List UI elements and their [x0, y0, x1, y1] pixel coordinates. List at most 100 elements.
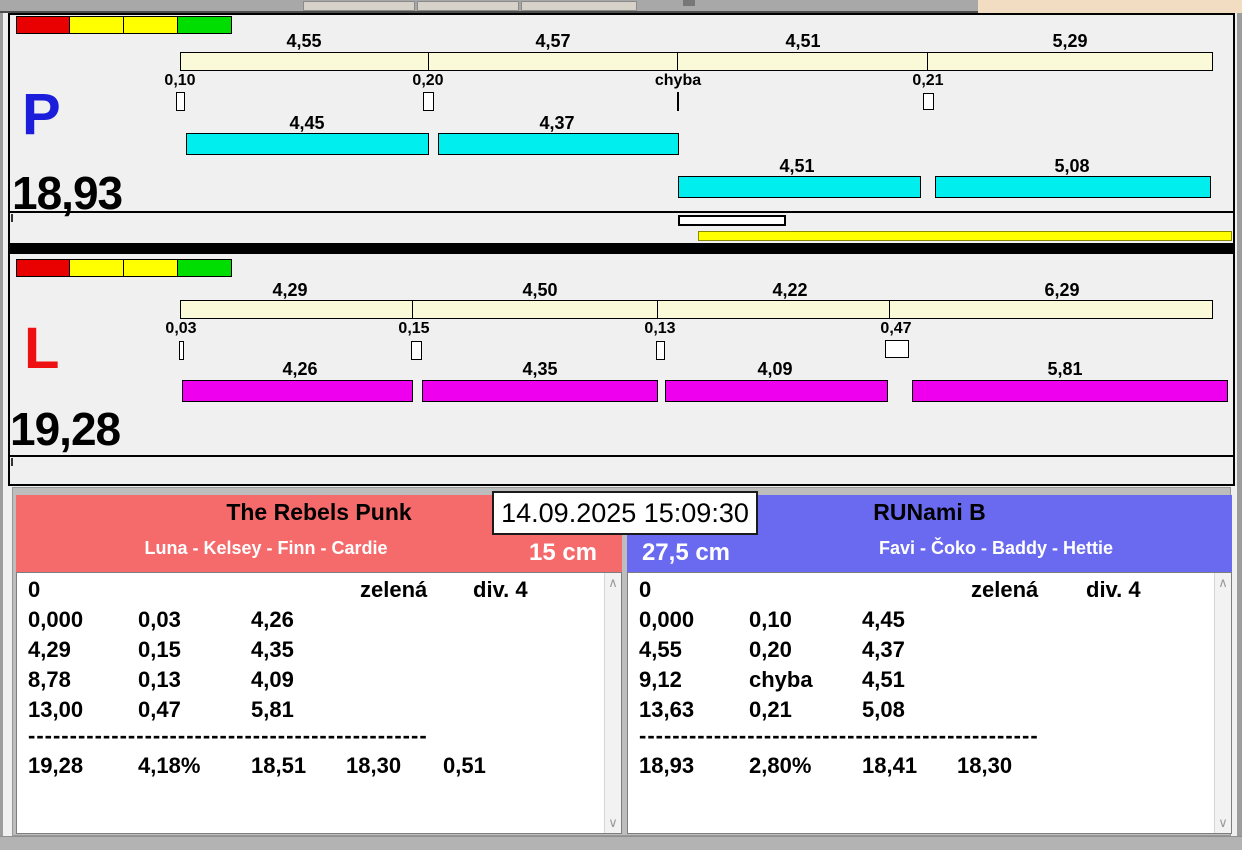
separator-dashes: ----------------------------------------…: [639, 723, 1039, 748]
split-marker: [423, 92, 434, 111]
cum-time: 0,000: [639, 607, 695, 632]
finish-marker-box: [678, 215, 786, 226]
sector-bar-segment: [181, 301, 413, 318]
run-bar: [665, 380, 888, 402]
run-bar: [422, 380, 658, 402]
strip-tick: [11, 214, 13, 222]
traffic-segment-red: [16, 259, 70, 277]
sector-bar-segment: [928, 53, 1212, 70]
team-members-left: Luna - Kelsey - Finn - Cardie: [144, 538, 388, 558]
division-value: div. 4: [1086, 577, 1141, 602]
background-window-fragment: [303, 1, 415, 11]
run-time-label: 4,51: [779, 156, 815, 176]
traffic-light-l: [16, 259, 232, 277]
split-marker: [179, 341, 184, 360]
sector-bar-segment: [413, 301, 659, 318]
split-time-label: chyba: [654, 72, 702, 89]
background-window-fragment: [521, 1, 637, 11]
background-window-notch: [683, 0, 695, 6]
sector-bar-p: [180, 52, 1213, 71]
run-bar: [935, 176, 1211, 198]
run-bar: [182, 380, 413, 402]
lane-letter-l: L: [24, 316, 60, 381]
run-bar: [438, 133, 679, 155]
change-time: 0,10: [749, 607, 792, 632]
traffic-segment-yellow: [124, 16, 178, 34]
team-members-right: Favi - Čoko - Baddy - Hettie: [878, 538, 1114, 558]
sector-time-label: 5,29: [1052, 31, 1088, 51]
fault-marker-line: [677, 92, 679, 111]
change-time: 0,20: [749, 637, 792, 662]
run-time: 4,37: [862, 637, 905, 662]
change-time: chyba: [749, 667, 813, 692]
sector-bar-segment: [678, 53, 928, 70]
run-time: 5,08: [862, 697, 905, 722]
cum-time: 9,12: [639, 667, 682, 692]
sector-bar-l: [180, 300, 1213, 319]
traffic-segment-yellow: [70, 259, 124, 277]
split-time-label: 0,03: [165, 320, 197, 337]
lane-l-footer-strip: [8, 455, 1235, 486]
run-time-label: 4,45: [289, 113, 325, 133]
lane-letter-p: P: [22, 82, 61, 147]
cum-time: 4,55: [639, 637, 682, 662]
lane-total-time-l: 19,28: [10, 403, 121, 455]
sector-time-label: 4,57: [535, 31, 571, 51]
split-time-label: 0,10: [164, 72, 196, 89]
result-row: 0,000 0,10 4,45: [0, 607, 1242, 635]
lane-total-time-p: 18,93: [12, 167, 123, 219]
traffic-segment-green: [178, 259, 232, 277]
traffic-light-p: [16, 16, 232, 34]
split-time-label: 0,15: [398, 320, 430, 337]
datetime-box: 14.09.2025 15:09:30: [492, 491, 758, 535]
results-summary-row: 18,93 2,80% 18,41 18,30: [0, 753, 1242, 781]
sector-bar-segment: [181, 53, 429, 70]
fault-percent: 2,80%: [749, 753, 812, 778]
split-marker: [885, 340, 909, 358]
run-time-label: 5,08: [1054, 156, 1090, 176]
change-time: 0,21: [749, 697, 792, 722]
split-marker: [176, 92, 185, 111]
results-separator: ----------------------------------------…: [0, 723, 1242, 751]
split-marker: [411, 341, 422, 360]
sector-bar-segment: [658, 301, 890, 318]
run-time: 4,51: [862, 667, 905, 692]
run-time-label: 4,37: [539, 113, 575, 133]
sector-time-label: 6,29: [1044, 280, 1080, 300]
strip-tick: [11, 458, 13, 466]
scroll-down-icon[interactable]: ∨: [1215, 816, 1231, 830]
status-value: zelená: [971, 577, 1039, 602]
run-bar: [912, 380, 1228, 402]
cum-time: 13,63: [639, 697, 695, 722]
split-marker: [923, 93, 934, 110]
sector-time-label: 4,51: [785, 31, 821, 51]
net-time: 18,41: [862, 753, 918, 778]
scroll-down-icon[interactable]: ∨: [605, 816, 621, 830]
sector-time-label: 4,50: [522, 280, 558, 300]
overall-time-bar: [698, 231, 1232, 241]
traffic-segment-green: [178, 16, 232, 34]
split-marker: [656, 341, 665, 360]
results-info-row: 0 zelená div. 4: [0, 577, 1242, 605]
sector-bar-segment: [890, 301, 1212, 318]
window-bottom-strip: [0, 836, 1242, 850]
sector-time-label: 4,22: [772, 280, 808, 300]
jump-height-right: 27,5 cm: [641, 539, 731, 566]
run-bar: [678, 176, 921, 198]
jump-height-left: 15 cm: [528, 539, 598, 566]
lane-divider: [8, 245, 1235, 252]
run-time: 4,45: [862, 607, 905, 632]
run-time-label: 4,35: [522, 359, 558, 379]
split-time-label: 0,47: [880, 320, 912, 337]
split-time-label: 0,13: [644, 320, 676, 337]
traffic-segment-yellow: [70, 16, 124, 34]
traffic-segment-yellow: [124, 259, 178, 277]
timing-app-window: 4,55 4,57 4,51 5,29 0,10 0,20 chyba 0,21…: [0, 0, 1242, 850]
run-time-label: 5,81: [1047, 359, 1083, 379]
run-time-label: 4,26: [282, 359, 318, 379]
sector-time-label: 4,29: [272, 280, 308, 300]
result-row: 9,12 chyba 4,51: [0, 667, 1242, 695]
split-time-label: 0,21: [912, 72, 944, 89]
traffic-segment-red: [16, 16, 70, 34]
result-row: 13,63 0,21 5,08: [0, 697, 1242, 725]
